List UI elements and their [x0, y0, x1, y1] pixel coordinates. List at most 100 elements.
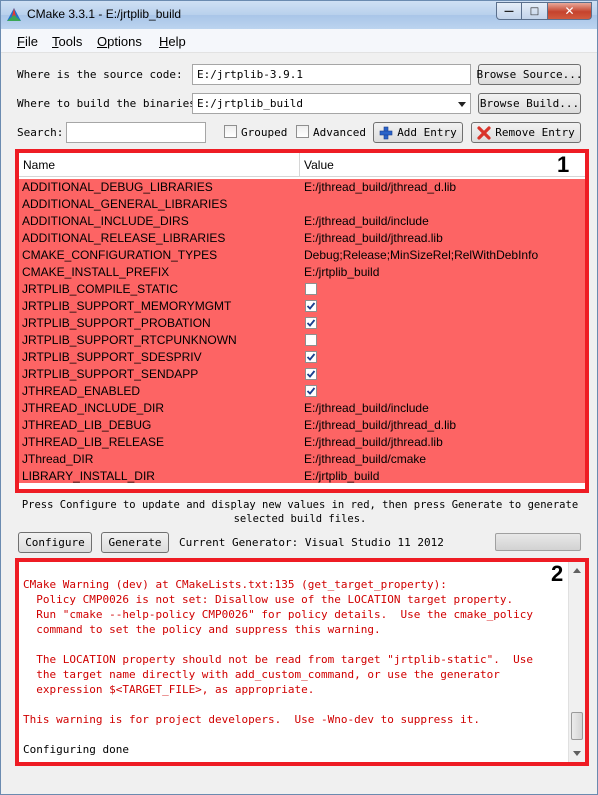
table-row[interactable]: ADDITIONAL_INCLUDE_DIRS E:/jthread_build/… [19, 213, 585, 230]
minimize-button[interactable]: — [496, 2, 522, 20]
cmake-logo-icon [7, 8, 21, 21]
table-row[interactable]: JTHREAD_INCLUDE_DIR E:/jthread_build/incl… [19, 400, 585, 417]
current-generator: Current Generator: Visual Studio 11 2012 [179, 536, 444, 549]
table-row[interactable]: JRTPLIB_SUPPORT_RTCPUNKNOWN [19, 332, 585, 349]
column-divider[interactable] [299, 153, 300, 177]
grouped-label: Grouped [241, 126, 288, 139]
entry-value[interactable]: E:/jthread_build/cmake [304, 452, 426, 466]
entry-value[interactable]: E:/jthread_build/jthread.lib [304, 435, 443, 449]
table-row[interactable]: JRTPLIB_SUPPORT_PROBATION [19, 315, 585, 332]
entry-value[interactable]: E:/jthread_build/include [304, 401, 429, 415]
log-line: The LOCATION property should not be read… [23, 653, 533, 666]
source-input[interactable]: E:/jrtplib-3.9.1 [192, 64, 471, 85]
output-log[interactable]: 2 CMake Warning (dev) at CMakeLists.txt:… [15, 558, 589, 766]
table-row[interactable]: ADDITIONAL_DEBUG_LIBRARIES E:/jthread_bui… [19, 179, 585, 196]
title-bar[interactable]: CMake 3.3.1 - E:/jrtplib_build — □ ✕ [1, 1, 597, 29]
add-entry-button[interactable]: Add Entry [373, 122, 463, 143]
column-header-name[interactable]: Name [23, 158, 55, 172]
generate-button[interactable]: Generate [101, 532, 169, 553]
table-row[interactable]: JRTPLIB_COMPILE_STATIC [19, 281, 585, 298]
plus-icon [379, 126, 393, 139]
grouped-checkbox[interactable] [224, 125, 237, 138]
entry-value[interactable]: E:/jrtplib_build [304, 469, 379, 483]
scroll-thumb[interactable] [571, 712, 583, 740]
table-row[interactable]: LIBRARY_INSTALL_DIR E:/jrtplib_build [19, 468, 585, 485]
table-row[interactable]: JThread_DIR E:/jthread_build/cmake [19, 451, 585, 468]
entry-name: ADDITIONAL_DEBUG_LIBRARIES [22, 180, 213, 194]
status-bar [1, 776, 597, 794]
entry-checkbox[interactable] [305, 334, 317, 346]
menu-tools-label: ools [58, 34, 83, 49]
menu-file-label: ile [24, 34, 38, 49]
browse-source-button[interactable]: Browse Source... [477, 64, 582, 85]
entry-value[interactable]: E:/jthread_build/jthread.lib [304, 231, 443, 245]
entry-name: JTHREAD_LIB_RELEASE [22, 435, 165, 449]
log-line: the target name directly with add_custom… [23, 668, 500, 681]
entry-value[interactable]: E:/jthread_build/jthread_d.lib [304, 180, 456, 194]
entry-checkbox-checked[interactable] [305, 317, 317, 329]
build-combobox[interactable]: E:/jrtplib_build [192, 93, 471, 114]
output-scrollbar[interactable] [568, 562, 585, 762]
entry-value[interactable]: E:/jthread_build/jthread_d.lib [304, 418, 456, 432]
table-row[interactable]: ADDITIONAL_RELEASE_LIBRARIES E:/jthread_b… [19, 230, 585, 247]
table-row[interactable]: JTHREAD_LIB_RELEASE E:/jthread_build/jthr… [19, 434, 585, 451]
entry-name: JTHREAD_LIB_DEBUG [22, 418, 152, 432]
entry-value[interactable]: E:/jrtplib_build [304, 265, 379, 279]
annotation-badge-1: 1 [557, 152, 570, 177]
window-title: CMake 3.3.1 - E:/jrtplib_build [27, 7, 182, 21]
menu-file[interactable]: File [17, 34, 38, 49]
entry-value[interactable]: E:/jthread_build/include [304, 214, 429, 228]
table-row[interactable]: JTHREAD_LIB_DEBUG E:/jthread_build/jthrea… [19, 417, 585, 434]
table-row[interactable]: JRTPLIB_SUPPORT_MEMORYMGMT [19, 298, 585, 315]
menu-bar: File Tools Options Help [1, 29, 597, 53]
entry-checkbox-checked[interactable] [305, 300, 317, 312]
configure-button[interactable]: Configure [18, 532, 92, 553]
log-line: expression $<TARGET_FILE>, as appropriat… [23, 683, 315, 696]
progress-bar [495, 533, 581, 551]
menu-tools[interactable]: Tools [52, 34, 82, 49]
checkmark-icon [306, 370, 316, 378]
entry-name: ADDITIONAL_GENERAL_LIBRARIES [22, 197, 228, 211]
table-row[interactable]: JRTPLIB_SUPPORT_SDESPRIV [19, 349, 585, 366]
table-row[interactable]: ADDITIONAL_GENERAL_LIBRARIES [19, 196, 585, 213]
log-line: This warning is for project developers. … [23, 713, 480, 726]
table-row[interactable]: JTHREAD_ENABLED [19, 383, 585, 400]
scroll-down-icon[interactable] [573, 751, 581, 756]
browse-build-button[interactable]: Browse Build... [478, 93, 581, 114]
chevron-down-icon[interactable] [458, 102, 466, 107]
scroll-up-icon[interactable] [573, 568, 581, 573]
entry-name: JTHREAD_INCLUDE_DIR [22, 401, 165, 415]
build-label: Where to build the binaries: [17, 97, 203, 110]
add-entry-label: Add Entry [397, 126, 457, 139]
cmake-window: CMake 3.3.1 - E:/jrtplib_build — □ ✕ Fil… [0, 0, 598, 795]
menu-help-label: elp [168, 34, 186, 49]
hint-line-2: selected build files. [233, 513, 367, 525]
entry-checkbox[interactable] [305, 283, 317, 295]
source-label: Where is the source code: [17, 68, 183, 81]
entry-checkbox-checked[interactable] [305, 351, 317, 363]
minimize-icon: — [504, 5, 514, 17]
advanced-checkbox[interactable] [296, 125, 309, 138]
entry-checkbox-checked[interactable] [305, 385, 317, 397]
maximize-button[interactable]: □ [522, 2, 548, 20]
search-input[interactable] [66, 122, 206, 143]
menu-options[interactable]: Options [97, 34, 142, 49]
table-row[interactable]: CMAKE_INSTALL_PREFIX E:/jrtplib_build [19, 264, 585, 281]
menu-help[interactable]: Help [159, 34, 186, 49]
entry-checkbox-checked[interactable] [305, 368, 317, 380]
remove-entry-button[interactable]: Remove Entry [471, 122, 581, 143]
checkmark-icon [306, 387, 316, 395]
entry-name: JRTPLIB_SUPPORT_SENDAPP [22, 367, 199, 381]
hint-line-1: Press Configure to update and display ne… [21, 499, 579, 511]
column-header-value[interactable]: Value [304, 158, 334, 172]
log-line: Configuring done [23, 743, 129, 756]
checkmark-icon [306, 319, 316, 327]
table-row[interactable]: CMAKE_CONFIGURATION_TYPES Debug;Release;M… [19, 247, 585, 264]
close-button[interactable]: ✕ [548, 2, 592, 20]
table-row[interactable]: JRTPLIB_SUPPORT_SENDAPP [19, 366, 585, 383]
entry-value[interactable]: Debug;Release;MinSizeRel;RelWithDebInfo [304, 248, 538, 262]
close-icon: ✕ [564, 4, 575, 18]
checkmark-icon [306, 353, 316, 361]
